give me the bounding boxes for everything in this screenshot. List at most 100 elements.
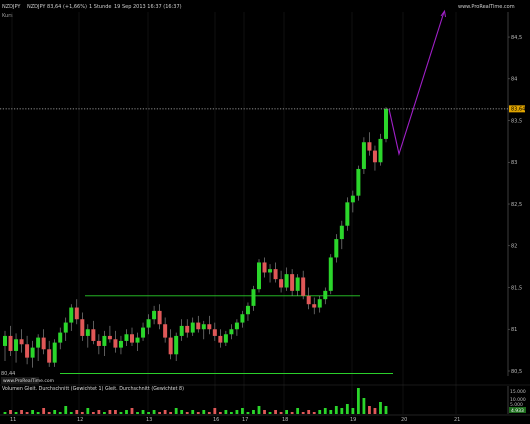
candle-body (25, 344, 30, 358)
price-tick-label: 81 (511, 327, 517, 333)
volume-last-label: 4.933 (511, 408, 524, 414)
volume-bar (3, 412, 7, 414)
price-tick-label: 84,5 (511, 35, 522, 41)
candle-body (118, 340, 123, 348)
candle-body (245, 305, 250, 315)
time-tick-label: 21 (454, 417, 460, 423)
low-price-label: 80,44 (1, 371, 15, 377)
candle-body (201, 324, 206, 330)
volume-bar (318, 410, 322, 414)
volume-bar (307, 410, 311, 414)
volume-bar (169, 412, 173, 414)
price-tick-label: 80,5 (511, 369, 522, 375)
volume-bar (274, 410, 277, 414)
volume-bar (58, 412, 62, 414)
candle-body (102, 335, 107, 346)
time-tick-label: 17 (242, 417, 248, 423)
candle-body (85, 329, 90, 336)
candle-body (19, 339, 24, 345)
volume-title: Volumen Gleit. Durchschnitt (Gewichtet 1… (2, 386, 184, 392)
candle-body (312, 304, 317, 308)
volume-bar (64, 406, 68, 414)
price-chart[interactable]: NZDJPY NZDJPY 83,64 (+1,66%) 1 Stunde 19… (0, 0, 530, 424)
volume-bar (36, 412, 40, 414)
volume-bar (114, 410, 117, 414)
volume-bar (42, 408, 46, 414)
candle-body (361, 142, 366, 169)
volume-bar (14, 412, 18, 414)
time-tick-label: 19 (350, 417, 356, 423)
candle-body (163, 324, 168, 338)
volume-bar (141, 410, 145, 414)
candle-body (257, 262, 261, 290)
candle-body (207, 324, 212, 330)
volume-bar (263, 410, 266, 414)
volume-bar (301, 412, 305, 414)
candle-body (107, 335, 112, 340)
time-tick-label: 11 (10, 417, 16, 423)
volume-bar (351, 408, 355, 414)
volume-bar (180, 410, 184, 414)
candle-body (212, 329, 217, 336)
volume-bar (91, 412, 95, 414)
volume-bar (257, 406, 261, 414)
volume-bar (86, 408, 90, 414)
candle-body (74, 307, 79, 320)
candle-body (384, 108, 388, 139)
price-tick-label: 83 (511, 160, 517, 166)
price-tick-label: 82,5 (511, 202, 522, 208)
candle-body (378, 138, 383, 163)
candle-body (36, 337, 41, 348)
volume-bar (290, 412, 294, 414)
volume-bar (75, 410, 79, 414)
candle-body (52, 342, 57, 363)
candle-body (229, 329, 234, 335)
candle-body (240, 314, 245, 323)
volume-bar (362, 398, 366, 414)
volume-bar (368, 406, 371, 414)
volume-bar (296, 408, 300, 414)
volume-bar (25, 412, 29, 414)
current-price-label: 83,64 (511, 107, 525, 113)
candle-body (223, 334, 228, 343)
candle-body (262, 262, 267, 273)
candle-body (334, 239, 339, 258)
volume-bar (158, 412, 162, 414)
volume-bar (323, 408, 327, 414)
candle-body (8, 335, 13, 351)
candle-body (234, 322, 239, 330)
volume-bar (47, 412, 51, 414)
candle-body (345, 202, 350, 226)
volume-bar (246, 412, 250, 414)
candle-body (30, 347, 35, 358)
candle-body (69, 307, 74, 323)
volume-bar (373, 408, 377, 414)
candle-body (174, 335, 179, 355)
candle-body (306, 295, 311, 305)
volume-bar (97, 410, 101, 414)
brand-bar-label: www.ProRealTime.com (3, 378, 54, 384)
volume-bar (279, 412, 283, 414)
volume-bar (356, 388, 360, 414)
volume-bar (147, 412, 150, 414)
timeframe-label: 1 Stunde (89, 4, 112, 10)
candle-body (372, 150, 377, 163)
candle-body (3, 335, 7, 346)
instrument-quote: NZDJPY 83,64 (+1,66%) (27, 4, 87, 10)
price-tick-label: 81,5 (511, 285, 522, 291)
volume-bar (218, 412, 222, 414)
volume-bar (213, 408, 217, 414)
candle-body (317, 299, 322, 308)
volume-bar (108, 410, 112, 414)
candle-body (141, 327, 146, 338)
volume-bar (125, 410, 128, 414)
candle-body (179, 325, 184, 336)
volume-bar (340, 408, 344, 414)
volume-bar (9, 410, 12, 414)
candle-body (135, 337, 140, 343)
volume-bar (229, 412, 233, 414)
candle-body (124, 334, 129, 341)
volume-bar (191, 410, 195, 414)
candle-body (113, 339, 118, 348)
candle-body (356, 168, 361, 196)
